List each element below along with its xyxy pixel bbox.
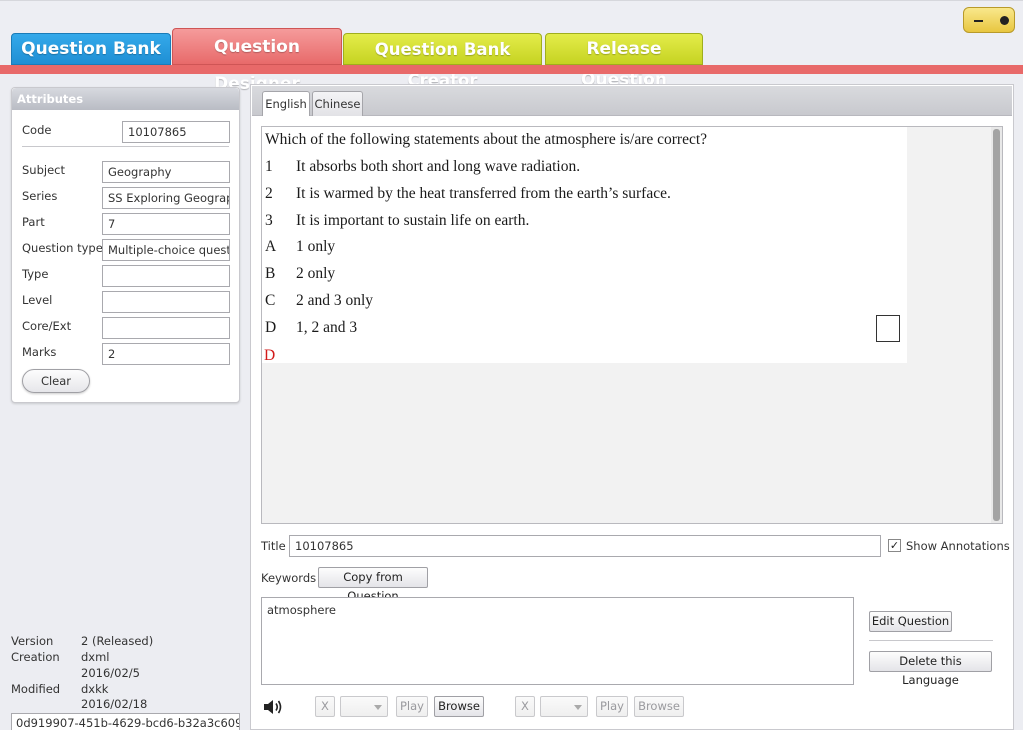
- code-field[interactable]: 10107865: [122, 121, 230, 143]
- series-label: Series: [22, 189, 58, 203]
- title-label: Title: [261, 539, 286, 553]
- chevron-down-icon: [374, 705, 382, 710]
- option-letter: A: [265, 238, 277, 255]
- guid-field[interactable]: 0d919907-451b-4629-bcd6-b32a3c609b9: [11, 713, 240, 730]
- modified-label: Modified: [11, 682, 61, 696]
- creation-date: 2016/02/5: [81, 666, 140, 680]
- language-tab-bar: [252, 86, 1012, 116]
- subject-label: Subject: [22, 163, 65, 177]
- clear-button[interactable]: Clear: [22, 369, 90, 393]
- audio-2-play-button[interactable]: Play: [596, 696, 628, 717]
- code-label: Code: [22, 123, 52, 137]
- audio-1-play-button[interactable]: Play: [396, 696, 428, 717]
- tab-english[interactable]: English: [262, 91, 310, 116]
- attributes-divider: [22, 146, 229, 147]
- answer-key: D: [264, 347, 276, 364]
- chevron-down-icon: [574, 705, 582, 710]
- type-field[interactable]: [102, 265, 230, 287]
- statement-text: It is important to sustain life on earth…: [296, 212, 530, 229]
- part-field[interactable]: 7: [102, 213, 230, 235]
- statement-number: 1: [265, 158, 273, 175]
- tab-question-bank-creator[interactable]: Question Bank Creator: [343, 33, 542, 90]
- version-value: 2 (Released): [81, 634, 154, 648]
- audio-1-browse-button[interactable]: Browse: [434, 696, 484, 717]
- tab-release-question[interactable]: Release Question: [545, 33, 703, 90]
- statement-text: It is warmed by the heat transferred fro…: [296, 185, 671, 202]
- type-label: Type: [22, 267, 49, 281]
- option-text: 1 only: [296, 238, 336, 255]
- audio-1-remove-button[interactable]: X: [315, 696, 335, 717]
- tab-question-designer[interactable]: Question Designer: [172, 28, 342, 94]
- audio-2-browse-button[interactable]: Browse: [634, 696, 684, 717]
- edit-question-button[interactable]: Edit Question: [869, 611, 952, 632]
- delete-language-button[interactable]: Delete this Language: [869, 651, 992, 687]
- close-dot-icon[interactable]: [1000, 16, 1009, 25]
- level-label: Level: [22, 293, 53, 307]
- series-field[interactable]: SS Exploring Geography: [102, 187, 230, 209]
- question-scrollbar-thumb[interactable]: [993, 129, 1000, 521]
- option-letter: B: [265, 265, 276, 282]
- marks-label: Marks: [22, 345, 57, 359]
- question-type-field[interactable]: Multiple-choice question: [102, 239, 230, 261]
- option-letter: D: [265, 319, 277, 336]
- speaker-icon[interactable]: [262, 697, 284, 717]
- show-annotations-checkbox[interactable]: ✓: [888, 539, 901, 552]
- title-field[interactable]: 10107865: [289, 535, 881, 557]
- modified-date: 2016/02/18: [81, 697, 148, 711]
- audio-2-remove-button[interactable]: X: [515, 696, 535, 717]
- tab-question-bank[interactable]: Question Bank: [11, 33, 171, 65]
- copy-from-question-button[interactable]: Copy from Question: [318, 567, 428, 603]
- window-controls[interactable]: [963, 7, 1015, 33]
- option-text: 2 and 3 only: [296, 292, 374, 309]
- attributes-panel: Attributes Code 10107865 Subject Geograp…: [11, 87, 240, 403]
- question-type-label: Question type: [22, 241, 103, 255]
- answer-box[interactable]: [876, 315, 900, 342]
- question-stem: Which of the following statements about …: [265, 131, 708, 148]
- tab-accent-bar: [0, 65, 1023, 74]
- minimize-icon[interactable]: [974, 20, 983, 22]
- attributes-header: Attributes: [12, 88, 239, 110]
- subject-field[interactable]: Geography: [102, 161, 230, 183]
- modified-user: dxkk: [81, 682, 109, 696]
- part-label: Part: [22, 215, 45, 229]
- creation-label: Creation: [11, 650, 60, 664]
- tab-chinese[interactable]: Chinese: [312, 91, 363, 116]
- show-annotations-label: Show Annotations: [906, 539, 1010, 553]
- option-text: 1, 2 and 3: [296, 319, 358, 336]
- keywords-textarea[interactable]: atmosphere: [261, 597, 854, 685]
- core-ext-field[interactable]: [102, 317, 230, 339]
- keywords-label: Keywords: [261, 571, 317, 585]
- audio-2-dropdown[interactable]: [540, 696, 588, 717]
- statement-text: It absorbs both short and long wave radi…: [296, 158, 581, 175]
- audio-1-dropdown[interactable]: [340, 696, 388, 717]
- option-letter: C: [265, 292, 276, 309]
- creation-user: dxml: [81, 650, 110, 664]
- marks-field[interactable]: 2: [102, 343, 230, 365]
- statement-number: 3: [265, 212, 273, 229]
- actions-divider: [869, 640, 993, 641]
- option-text: 2 only: [296, 265, 336, 282]
- statement-number: 2: [265, 185, 273, 202]
- level-field[interactable]: [102, 291, 230, 313]
- core-ext-label: Core/Ext: [22, 319, 72, 333]
- version-label: Version: [11, 634, 54, 648]
